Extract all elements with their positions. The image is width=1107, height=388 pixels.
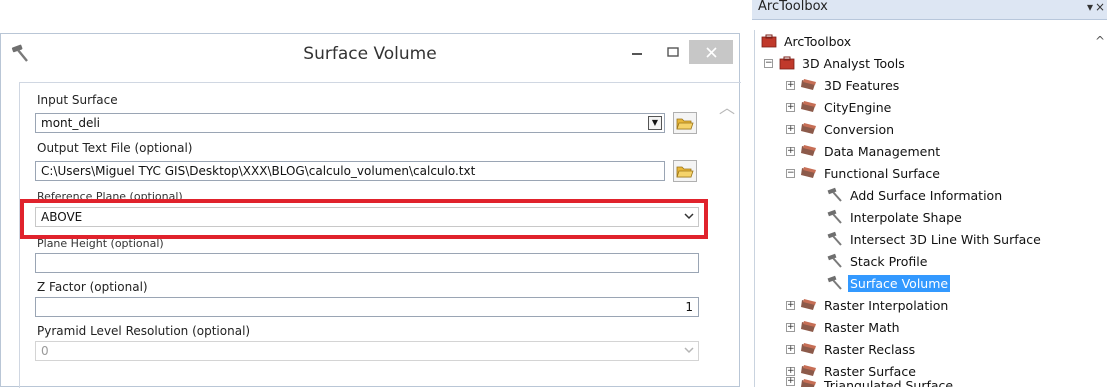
tree-tool-interpolate-shape[interactable]: Interpolate Shape xyxy=(826,206,964,228)
input-surface-field[interactable]: mont_deli xyxy=(35,113,665,133)
tree-item-cityengine[interactable]: + CityEngine xyxy=(786,96,893,118)
folder-icon xyxy=(676,118,694,129)
z-factor-label: Z Factor (optional) xyxy=(37,280,148,294)
pin-icon[interactable]: ▾ xyxy=(1087,0,1093,14)
close-icon xyxy=(705,46,717,58)
tree-label: Interpolate Shape xyxy=(850,209,962,225)
scroll-up-icon[interactable]: ︿ xyxy=(719,94,735,118)
z-factor-value: 1 xyxy=(685,300,693,314)
plane-height-field[interactable] xyxy=(35,253,699,273)
tree-item-data-management[interactable]: + Data Management xyxy=(786,140,942,162)
tree-tool-surface-volume[interactable]: Surface Volume xyxy=(826,272,951,294)
tree-label: Conversion xyxy=(824,121,895,137)
minimize-icon xyxy=(632,53,642,55)
tree-label: Raster Interpolation xyxy=(824,297,949,313)
tree-label: Triangulated Surface xyxy=(824,378,954,387)
collapse-icon[interactable]: − xyxy=(786,168,795,178)
expand-icon[interactable]: + xyxy=(786,366,795,376)
tree-item-raster-math[interactable]: + Raster Math xyxy=(786,316,902,338)
tree-item-functional-surface[interactable]: − Functional Surface xyxy=(786,162,942,184)
expand-icon[interactable]: + xyxy=(786,146,795,156)
expand-icon[interactable]: + xyxy=(786,124,795,134)
expand-icon[interactable]: + xyxy=(786,300,795,310)
tree-item-3d-features[interactable]: + 3D Features xyxy=(786,74,901,96)
input-surface-dropdown-icon[interactable]: ▼ xyxy=(648,116,662,130)
arctoolbox-header-title: ArcToolbox xyxy=(758,0,828,14)
hammer-icon xyxy=(827,253,842,268)
tree-tool-intersect-3d-line-with-surface[interactable]: Intersect 3D Line With Surface xyxy=(826,228,1043,250)
output-text-value: C:\Users\Miguel TYC GIS\Desktop\XXX\BLOG… xyxy=(41,164,476,178)
dialog-titlebar[interactable]: Surface Volume xyxy=(1,34,739,74)
hammer-icon xyxy=(827,187,842,202)
output-text-field[interactable]: C:\Users\Miguel TYC GIS\Desktop\XXX\BLOG… xyxy=(35,161,665,181)
hammer-icon xyxy=(827,275,842,290)
z-factor-field[interactable]: 1 xyxy=(35,297,699,317)
minimize-button[interactable] xyxy=(617,40,657,64)
toolset-icon xyxy=(801,299,816,310)
tree-label: Functional Surface xyxy=(824,165,940,181)
tree-label: 3D Features xyxy=(824,77,900,93)
expand-icon[interactable]: + xyxy=(786,377,795,386)
tree-label: ArcToolbox xyxy=(784,33,852,49)
tree-label: Intersect 3D Line With Surface xyxy=(850,231,1041,247)
tree-item-triangulated-surface[interactable]: + Triangulated Surface xyxy=(786,377,955,387)
toolbox-icon xyxy=(779,56,795,70)
toolset-icon xyxy=(801,79,816,90)
close-icon[interactable]: × xyxy=(1095,0,1105,14)
toolbox-icon xyxy=(761,34,777,48)
expand-icon[interactable]: + xyxy=(786,322,795,332)
tree-label: CityEngine xyxy=(824,99,892,115)
tree-label: 3D Analyst Tools xyxy=(802,55,905,71)
toolset-icon xyxy=(801,167,816,178)
maximize-icon xyxy=(667,47,679,57)
folder-icon xyxy=(676,166,694,177)
pyramid-level-label: Pyramid Level Resolution (optional) xyxy=(37,324,251,338)
hammer-icon xyxy=(827,231,842,246)
input-surface-value: mont_deli xyxy=(41,116,101,130)
tree-item-raster-reclass[interactable]: + Raster Reclass xyxy=(786,338,917,360)
tree-item-raster-interpolation[interactable]: + Raster Interpolation xyxy=(786,294,950,316)
hammer-icon xyxy=(827,209,842,224)
expand-icon[interactable]: + xyxy=(786,344,795,354)
maximize-button[interactable] xyxy=(653,40,693,64)
arctoolbox-panel: ArcToolbox ▾ × ^ ArcToolbox − 3D Analyst… xyxy=(752,0,1107,387)
plane-height-label: Plane Height (optional) xyxy=(37,237,164,250)
arctoolbox-header[interactable]: ArcToolbox ▾ × xyxy=(752,0,1107,20)
expand-icon[interactable]: + xyxy=(786,80,795,90)
toolset-icon xyxy=(801,123,816,134)
tree-item-3d-analyst-tools[interactable]: − 3D Analyst Tools xyxy=(764,52,907,74)
tree-label: Raster Reclass xyxy=(824,341,916,357)
toolset-icon xyxy=(801,145,816,156)
tree-label: Raster Math xyxy=(824,319,900,335)
input-surface-label: Input Surface xyxy=(37,93,118,107)
pyramid-level-select[interactable]: 0 xyxy=(35,341,699,361)
input-surface-browse-button[interactable] xyxy=(673,112,697,134)
tree-label: Surface Volume xyxy=(848,274,951,292)
pyramid-level-value: 0 xyxy=(41,344,49,358)
toolset-icon xyxy=(801,343,816,354)
output-text-browse-button[interactable] xyxy=(673,160,697,182)
tree-item-conversion[interactable]: + Conversion xyxy=(786,118,896,140)
toolset-icon xyxy=(801,379,816,387)
output-text-label: Output Text File (optional) xyxy=(37,141,193,155)
tree-label: Add Surface Information xyxy=(850,187,1003,203)
tree-tool-add-surface-information[interactable]: Add Surface Information xyxy=(826,184,1004,206)
scroll-up-icon[interactable]: ^ xyxy=(1095,34,1105,48)
tree-tool-stack-profile[interactable]: Stack Profile xyxy=(826,250,929,272)
tree-label: Stack Profile xyxy=(850,253,928,269)
close-button[interactable] xyxy=(689,40,733,64)
highlight-annotation-box xyxy=(20,199,708,239)
tree-root-arctoolbox[interactable]: ArcToolbox xyxy=(760,30,853,52)
chevron-down-icon xyxy=(684,342,694,360)
tree-label: Data Management xyxy=(824,143,941,159)
toolset-icon xyxy=(801,321,816,332)
expand-icon[interactable]: + xyxy=(786,102,795,112)
collapse-icon[interactable]: − xyxy=(764,58,773,68)
toolset-icon xyxy=(801,101,816,112)
